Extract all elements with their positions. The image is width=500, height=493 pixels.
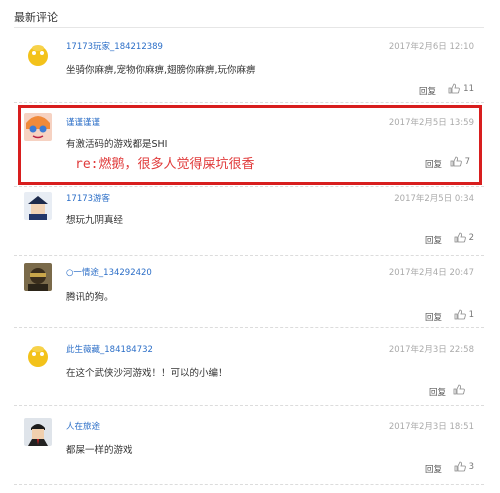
avatar[interactable] bbox=[24, 40, 52, 68]
comment-text: 坐骑你麻痹,宠物你麻痹,翅膀你麻痹,玩你麻痹 bbox=[66, 65, 256, 76]
title-divider bbox=[14, 27, 484, 28]
reply-button[interactable]: 回复 bbox=[425, 463, 442, 475]
thumbs-up-icon bbox=[454, 232, 466, 243]
thumbs-up-icon bbox=[448, 83, 460, 94]
annotation-text: re:燃鹅，很多人觉得屎坑很香 bbox=[75, 157, 255, 172]
avatar[interactable] bbox=[24, 263, 52, 291]
comment-text: 都屎一样的游戏 bbox=[66, 445, 133, 456]
section-title: 最新评论 bbox=[14, 11, 58, 24]
comment-username[interactable]: ○一情途_134292420 bbox=[66, 266, 152, 278]
like-count: 11 bbox=[463, 83, 474, 94]
comment-divider bbox=[14, 102, 484, 103]
comment-item: 17173玩家_184212389 2017年2月6日 12:10 坐骑你麻痹,… bbox=[14, 32, 484, 100]
comment-divider bbox=[14, 255, 484, 256]
reply-button[interactable]: 回复 bbox=[425, 311, 442, 323]
comment-divider bbox=[14, 327, 484, 328]
comment-username[interactable]: 此生薇藏_184184732 bbox=[66, 343, 153, 355]
like-count: 1 bbox=[468, 309, 474, 320]
like-count: 2 bbox=[468, 232, 474, 243]
reply-button[interactable]: 回复 bbox=[419, 85, 436, 97]
avatar[interactable] bbox=[24, 192, 52, 220]
comment-item: 此生薇藏_184184732 2017年2月3日 22:58 在这个武侠沙河游戏… bbox=[14, 331, 484, 399]
like-button[interactable]: 11 bbox=[448, 83, 474, 94]
reply-button[interactable]: 回复 bbox=[425, 234, 442, 246]
comment-item: 17173游客 2017年2月5日 0:34 想玩九阴真经 回复 2 bbox=[14, 186, 484, 252]
thumbs-up-icon bbox=[454, 461, 466, 472]
comment-username[interactable]: 17173游客 bbox=[66, 192, 110, 204]
like-button[interactable]: 2 bbox=[454, 232, 474, 243]
comment-time: 2017年2月3日 18:51 bbox=[388, 422, 474, 432]
reply-button[interactable]: 回复 bbox=[429, 386, 446, 398]
like-button[interactable] bbox=[453, 384, 468, 395]
thumbs-up-icon bbox=[454, 309, 466, 320]
comment-text: 腾讯的狗。 bbox=[66, 292, 114, 303]
avatar[interactable] bbox=[24, 418, 52, 446]
comment-divider bbox=[14, 484, 484, 485]
comment-text: 在这个武侠沙河游戏！！可以的小编！ bbox=[66, 368, 228, 379]
comment-time: 2017年2月4日 20:47 bbox=[388, 268, 474, 278]
like-button[interactable]: 1 bbox=[454, 309, 474, 320]
comment-divider bbox=[14, 405, 484, 406]
comment-time: 2017年2月5日 0:34 bbox=[394, 194, 474, 204]
avatar[interactable] bbox=[24, 341, 52, 369]
thumbs-up-icon bbox=[453, 384, 465, 395]
like-count: 3 bbox=[468, 461, 474, 472]
comment-time: 2017年2月3日 22:58 bbox=[388, 345, 474, 355]
highlight-box bbox=[18, 105, 482, 185]
comment-item: 人在旅途 2017年2月3日 18:51 都屎一样的游戏 回复 3 bbox=[14, 408, 484, 482]
comment-username[interactable]: 人在旅途 bbox=[66, 420, 100, 432]
comment-text: 想玩九阴真经 bbox=[66, 215, 124, 226]
comment-time: 2017年2月6日 12:10 bbox=[388, 42, 474, 52]
comment-item: ○一情途_134292420 2017年2月4日 20:47 腾讯的狗。 回复 … bbox=[14, 257, 484, 325]
comment-username[interactable]: 17173玩家_184212389 bbox=[66, 40, 163, 52]
like-button[interactable]: 3 bbox=[454, 461, 474, 472]
